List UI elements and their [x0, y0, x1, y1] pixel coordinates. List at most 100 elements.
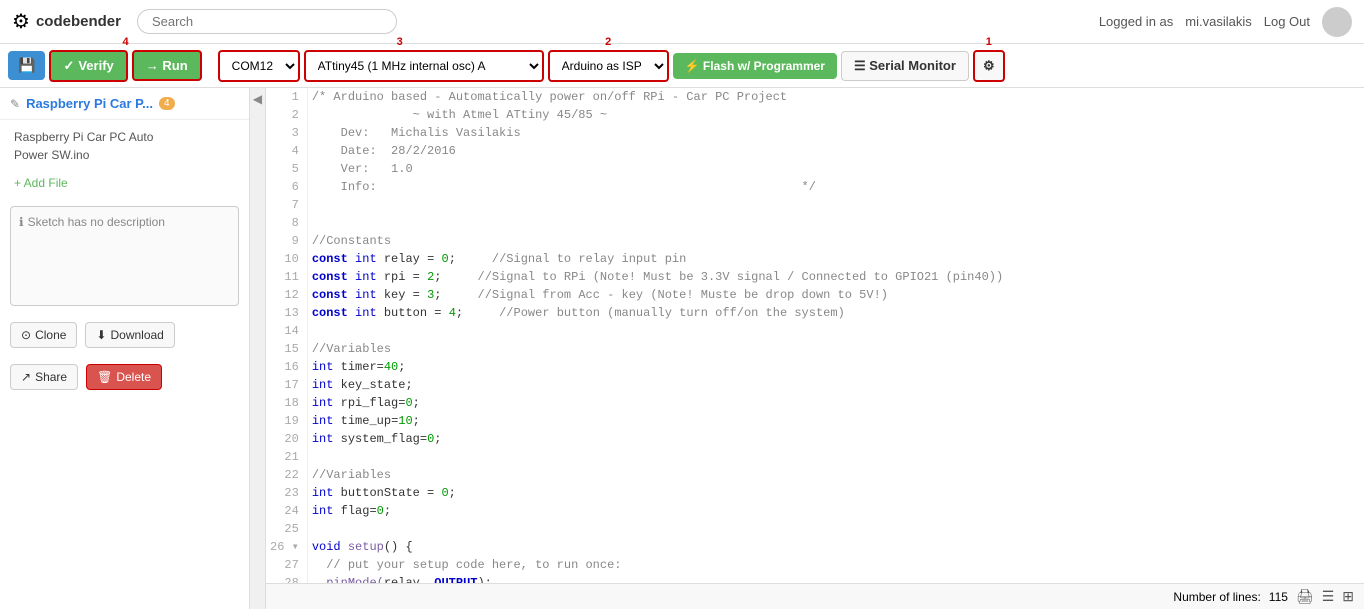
code-line: //Constants [307, 232, 1364, 250]
code-line: Ver: 1.0 [307, 160, 1364, 178]
editor-footer: Number of lines: 115 🖨 ☰ ⊞ [266, 583, 1364, 609]
logout-link[interactable]: Log Out [1264, 14, 1310, 29]
filename-line1: Raspberry Pi Car PC Auto [14, 130, 153, 144]
line-number: 23 [266, 484, 307, 502]
line-number: 22 [266, 466, 307, 484]
print-icon[interactable]: 🖨 [1296, 588, 1314, 605]
project-badge: 4 [159, 97, 175, 110]
code-line: int timer=40; [307, 358, 1364, 376]
board-section: 3 ATtiny45 (1 MHz internal osc) A [304, 50, 544, 82]
top-navbar: ⚙ codebender Logged in as mi.vasilakis L… [0, 0, 1364, 44]
line-number: 27 [266, 556, 307, 574]
code-line: //Variables [307, 466, 1364, 484]
collapse-handle[interactable]: ◀ [250, 88, 266, 609]
list-icon[interactable]: ☰ [1322, 588, 1335, 605]
flash-section: ⚡ Flash w/ Programmer [673, 53, 837, 79]
settings-section: 1 ⚙ [973, 50, 1005, 82]
line-number: 20 [266, 430, 307, 448]
sidebar-actions: ⊙ Clone ⬇ Download [0, 314, 249, 356]
com-port-select[interactable]: COM12 [218, 50, 300, 82]
code-line: int system_flag=0; [307, 430, 1364, 448]
add-file-button[interactable]: + Add File [0, 172, 249, 198]
settings-button[interactable]: ⚙ [973, 50, 1005, 82]
line-number: 2 [266, 106, 307, 124]
sidebar: ✎ Raspberry Pi Car P... 4 Raspberry Pi C… [0, 88, 250, 609]
programmer-section: 2 Arduino as ISP [548, 50, 669, 82]
code-line: pinMode(relay, OUTPUT); [307, 574, 1364, 583]
code-editor[interactable]: 1/* Arduino based - Automatically power … [266, 88, 1364, 583]
grid-icon[interactable]: ⊞ [1342, 588, 1354, 605]
save-icon: 💾 [18, 57, 35, 74]
flash-button[interactable]: ⚡ Flash w/ Programmer [673, 53, 837, 79]
code-line: int flag=0; [307, 502, 1364, 520]
line-number: 11 [266, 268, 307, 286]
run-button[interactable]: → Run [132, 50, 202, 81]
code-line [307, 520, 1364, 538]
main-layout: ✎ Raspberry Pi Car P... 4 Raspberry Pi C… [0, 88, 1364, 609]
download-button[interactable]: ⬇ Download [85, 322, 174, 348]
sidebar-actions2: ↗ Share 🗑 Delete [0, 356, 249, 398]
gear-icon: ⚙ [12, 9, 30, 34]
num4-label: 4 [122, 36, 128, 48]
clone-icon: ⊙ [21, 328, 31, 342]
code-line: const int key = 3; //Signal from Acc - k… [307, 286, 1364, 304]
sketch-icon: ✎ [10, 97, 20, 111]
username-link[interactable]: mi.vasilakis [1185, 14, 1251, 29]
share-button[interactable]: ↗ Share [10, 364, 78, 390]
line-number: 25 [266, 520, 307, 538]
nav-right: Logged in as mi.vasilakis Log Out [1099, 7, 1352, 37]
code-line: const int relay = 0; //Signal to relay i… [307, 250, 1364, 268]
code-line: const int rpi = 2; //Signal to RPi (Note… [307, 268, 1364, 286]
line-count-label: Number of lines: [1173, 590, 1260, 604]
filename-line2: Power SW.ino [14, 148, 89, 162]
app-name: codebender [36, 13, 121, 30]
logged-in-text: Logged in as [1099, 14, 1173, 29]
code-line: ~ with Atmel ATtiny 45/85 ~ [307, 106, 1364, 124]
filename-area: Raspberry Pi Car PC Auto Power SW.ino [0, 120, 249, 172]
line-number: 15 [266, 340, 307, 358]
verify-button[interactable]: ✓ Verify [49, 50, 127, 82]
line-number: 9 [266, 232, 307, 250]
line-number: 26 ▾ [266, 538, 307, 556]
description-box[interactable]: ℹ Sketch has no description [10, 206, 239, 306]
code-line: int key_state; [307, 376, 1364, 394]
line-number: 19 [266, 412, 307, 430]
download-icon: ⬇ [96, 328, 106, 342]
description-text: Sketch has no description [28, 215, 165, 229]
save-button[interactable]: 💾 [8, 51, 45, 80]
info-icon: ℹ [19, 215, 24, 229]
line-number: 12 [266, 286, 307, 304]
line-number: 4 [266, 142, 307, 160]
serial-button[interactable]: ☰ Serial Monitor [841, 51, 969, 81]
code-line [307, 448, 1364, 466]
line-number: 24 [266, 502, 307, 520]
toolbar: 💾 4 ✓ Verify → Run COM12 3 ATtiny45 (1 M… [0, 44, 1364, 88]
logo: ⚙ codebender [12, 9, 121, 34]
code-line: int buttonState = 0; [307, 484, 1364, 502]
line-number: 8 [266, 214, 307, 232]
code-line: const int button = 4; //Power button (ma… [307, 304, 1364, 322]
programmer-select[interactable]: Arduino as ISP [548, 50, 669, 82]
code-line: /* Arduino based - Automatically power o… [307, 88, 1364, 106]
trash-icon: 🗑 [97, 370, 112, 384]
clone-button[interactable]: ⊙ Clone [10, 322, 77, 348]
num3-label: 3 [397, 36, 403, 48]
verify-section: 4 ✓ Verify → Run [49, 50, 201, 82]
line-number: 6 [266, 178, 307, 196]
line-number: 21 [266, 448, 307, 466]
search-input[interactable] [137, 9, 397, 34]
line-number: 13 [266, 304, 307, 322]
num1-label: 1 [986, 36, 992, 48]
save-section: 💾 [8, 51, 45, 80]
delete-button[interactable]: 🗑 Delete [86, 364, 162, 390]
line-number: 18 [266, 394, 307, 412]
code-line: Info: */ [307, 178, 1364, 196]
board-select[interactable]: ATtiny45 (1 MHz internal osc) A [304, 50, 544, 82]
line-count-value: 115 [1269, 590, 1288, 604]
line-number: 10 [266, 250, 307, 268]
code-line: int rpi_flag=0; [307, 394, 1364, 412]
code-line: Date: 28/2/2016 [307, 142, 1364, 160]
code-line: // put your setup code here, to run once… [307, 556, 1364, 574]
project-title[interactable]: Raspberry Pi Car P... [26, 96, 153, 111]
line-number: 16 [266, 358, 307, 376]
